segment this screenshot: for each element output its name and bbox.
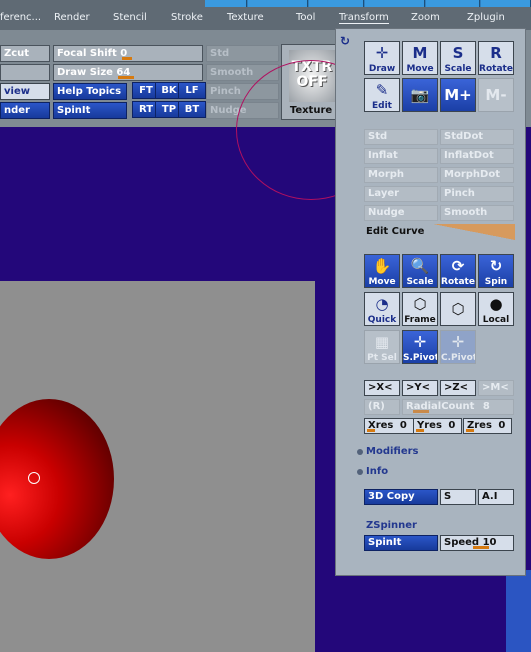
quick-icon: ◔ [375, 295, 389, 313]
grid-icon: ▦ [374, 333, 390, 351]
modifiers-section[interactable]: Modifiers [366, 446, 419, 457]
local-sphere-icon: ● [489, 295, 503, 313]
std-button[interactable]: Std [206, 45, 279, 62]
rotate-R-icon: R [490, 44, 502, 62]
menu-preferences[interactable]: ferenc... [0, 12, 41, 23]
panel-tabs: Transform Zoom Zplugin [335, 8, 531, 28]
draw-size-slider[interactable]: Draw Size 64 [53, 64, 203, 81]
local-button[interactable]: ● Local [478, 292, 514, 326]
smooth-brush-button[interactable]: Smooth [440, 205, 514, 221]
render-button[interactable]: nder [0, 102, 50, 119]
cube-icon: ⬡ [451, 300, 465, 318]
menu-render[interactable]: Render [54, 12, 90, 23]
ai-button[interactable]: A.I [478, 489, 514, 505]
nav-spin-button[interactable]: ↻ Spin [478, 254, 514, 288]
edit-curve-label[interactable]: Edit Curve [366, 226, 424, 237]
pt-sel-button[interactable]: ▦ Pt Sel [364, 330, 400, 364]
spinit-toolbar-button[interactable]: SpinIt [53, 102, 127, 119]
inflatdot-brush-button[interactable]: InflatDot [440, 148, 514, 164]
radial-count-slider[interactable]: RadialCount 8 [402, 399, 514, 415]
menu-tool[interactable]: Tool [296, 12, 315, 23]
symmetry-z-button[interactable]: >Z< [440, 380, 476, 396]
edit-curve-graph[interactable] [433, 224, 515, 240]
scale-button[interactable]: S Scale [440, 41, 476, 75]
draw-icon: ✛ [375, 44, 389, 62]
zcut-button[interactable]: Zcut [0, 45, 50, 62]
s-pivot-button[interactable]: ✛ S.Pivot [402, 330, 438, 364]
inflat-brush-button[interactable]: Inflat [364, 148, 438, 164]
hand-icon: ✋ [372, 257, 392, 275]
zspinner-section[interactable]: ZSpinner [366, 520, 417, 531]
nav-move-button[interactable]: ✋ Move [364, 254, 400, 288]
focal-shift-slider[interactable]: Focal Shift 0 [53, 45, 203, 62]
menu-texture[interactable]: Texture [227, 12, 264, 23]
blank-toolbar-button[interactable] [0, 64, 50, 81]
spin-icon: ↻ [489, 257, 503, 275]
move-button[interactable]: M Move [402, 41, 438, 75]
tab-transform[interactable]: Transform [339, 12, 389, 24]
cube-button[interactable]: ⬡ [440, 292, 476, 326]
std-brush-button[interactable]: Std [364, 129, 438, 145]
menu-stencil[interactable]: Stencil [113, 12, 147, 23]
symmetry-m-button[interactable]: >M< [478, 380, 514, 396]
symmetry-x-button[interactable]: >X< [364, 380, 400, 396]
tab-zplugin[interactable]: Zplugin [467, 12, 505, 23]
rotate-icon: ⟳ [451, 257, 465, 275]
nudge-brush-button[interactable]: Nudge [364, 205, 438, 221]
modifiers-bullet-icon [357, 449, 363, 455]
radial-r-button[interactable]: (R) [364, 399, 400, 415]
stddot-brush-button[interactable]: StdDot [440, 129, 514, 145]
marker-minus-icon: M- [485, 86, 507, 104]
frame-cube-icon: ⬡ [413, 295, 427, 313]
tab-zoom[interactable]: Zoom [411, 12, 440, 23]
nav-rotate-button[interactable]: ⟳ Rotate [440, 254, 476, 288]
view-button[interactable]: view [0, 83, 50, 100]
color-strip [205, 0, 531, 7]
right-edge-panel [506, 570, 531, 652]
zres-slider[interactable]: Zres 0 [463, 418, 512, 434]
layer-brush-button[interactable]: Layer [364, 186, 438, 202]
draw-button[interactable]: ✛ Draw [364, 41, 400, 75]
menu-stroke[interactable]: Stroke [171, 12, 203, 23]
3d-copy-button[interactable]: 3D Copy [364, 489, 438, 505]
magnify-icon: 🔍 [410, 257, 430, 275]
marker-remove-button[interactable]: M- [478, 78, 514, 112]
info-bullet-icon [357, 469, 363, 475]
morph-brush-button[interactable]: Morph [364, 167, 438, 183]
s-button[interactable]: S [440, 489, 476, 505]
scale-S-icon: S [452, 44, 464, 62]
rotate-button[interactable]: R Rotate [478, 41, 514, 75]
speed-slider[interactable]: Speed 10 [440, 535, 514, 551]
yres-slider[interactable]: Yres 0 [413, 418, 462, 434]
left-view-button[interactable]: LF [178, 82, 206, 99]
edit-icon: ✎ [375, 81, 389, 99]
morphdot-brush-button[interactable]: MorphDot [440, 167, 514, 183]
edit-button[interactable]: ✎ Edit [364, 78, 400, 112]
s-pivot-icon: ✛ [413, 333, 427, 351]
c-pivot-button[interactable]: ✛ C.Pivot [440, 330, 476, 364]
c-pivot-icon: ✛ [451, 333, 465, 351]
help-topics-button[interactable]: Help Topics [53, 83, 127, 100]
pinch-brush-button[interactable]: Pinch [440, 186, 514, 202]
symmetry-y-button[interactable]: >Y< [402, 380, 438, 396]
snapshot-button[interactable]: 📷 [402, 78, 438, 112]
info-section[interactable]: Info [366, 466, 388, 477]
brush-cursor-icon [28, 472, 40, 484]
marker-plus-icon: M+ [444, 86, 472, 104]
nav-scale-button[interactable]: 🔍 Scale [402, 254, 438, 288]
marker-add-button[interactable]: M+ [440, 78, 476, 112]
bottom-view-button[interactable]: BT [178, 101, 206, 118]
camera-icon: 📷 [410, 86, 430, 104]
frame-button[interactable]: ⬡ Frame [402, 292, 438, 326]
zspinner-spinit-button[interactable]: SpinIt [364, 535, 438, 551]
refresh-icon[interactable]: ↻ [340, 34, 350, 48]
move-M-icon: M [412, 44, 428, 62]
quick-render-button[interactable]: ◔ Quick [364, 292, 400, 326]
